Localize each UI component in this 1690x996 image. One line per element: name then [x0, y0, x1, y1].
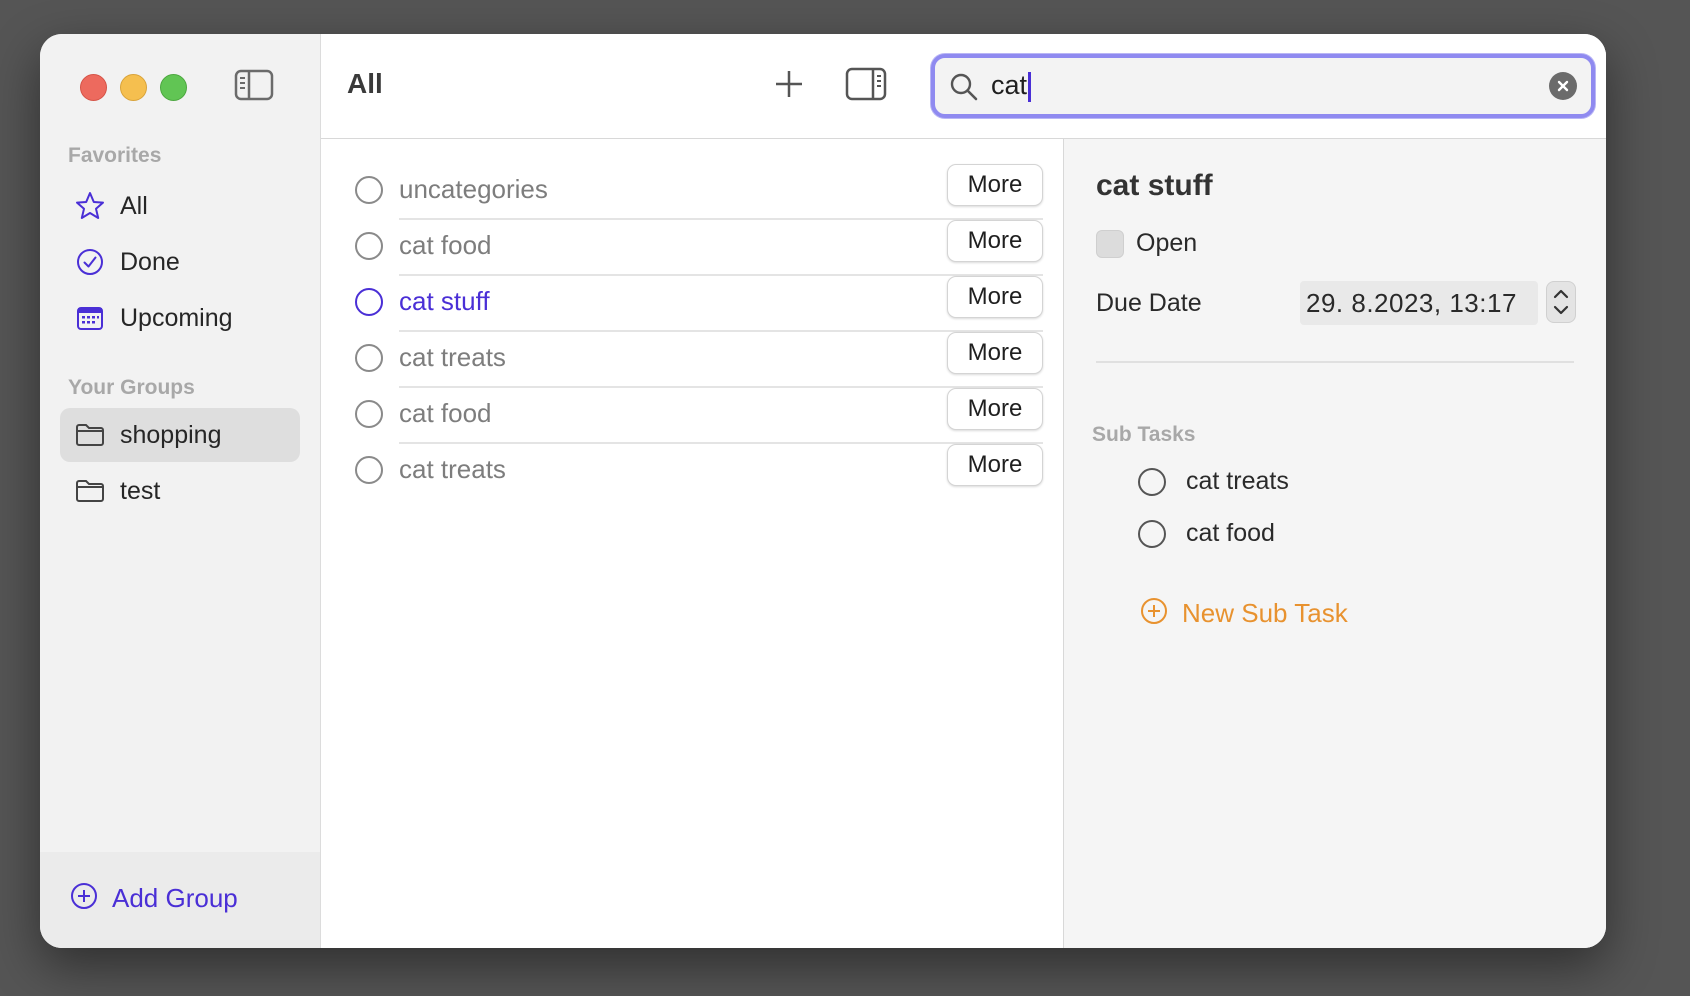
more-button[interactable]: More [947, 332, 1043, 374]
list-item[interactable]: uncategories More [351, 164, 1043, 220]
more-button[interactable]: More [947, 220, 1043, 262]
new-subtask-label: New Sub Task [1182, 598, 1348, 628]
list-item[interactable]: cat food More [351, 220, 1043, 276]
plus-circle-icon [70, 882, 98, 915]
plus-circle-icon [1140, 597, 1168, 630]
sidebar: Favorites All Done Upcoming Your Groups … [40, 34, 321, 948]
task-title: cat food [399, 230, 492, 260]
subtasks-section-label: Sub Tasks [1092, 423, 1196, 446]
subtask-title: cat treats [1186, 467, 1289, 495]
minimize-window-button[interactable] [120, 74, 147, 101]
add-group-label: Add Group [112, 883, 238, 913]
checkbox[interactable] [1096, 229, 1124, 258]
app-window: Favorites All Done Upcoming Your Groups … [40, 34, 1606, 948]
task-checkbox[interactable] [355, 176, 383, 204]
inspector-toggle-button[interactable] [845, 66, 887, 102]
inspector-panel-icon [845, 67, 887, 106]
star-icon [74, 190, 106, 222]
task-checkbox[interactable] [355, 456, 383, 484]
subtask-checkbox[interactable] [1138, 519, 1166, 548]
calendar-icon [74, 302, 106, 334]
search-input[interactable]: cat [991, 70, 1032, 102]
task-list: uncategories More cat food More cat stuf… [321, 139, 1064, 948]
folder-icon [74, 419, 106, 451]
main-area: All cat uncategories More cat food More … [321, 34, 1606, 948]
new-subtask-button[interactable]: New Sub Task [1140, 597, 1348, 630]
more-button[interactable]: More [947, 444, 1043, 486]
sidebar-item-done[interactable]: Done [60, 235, 300, 289]
text-caret [1028, 71, 1032, 102]
task-checkbox[interactable] [355, 232, 383, 260]
sidebar-item-upcoming[interactable]: Upcoming [60, 291, 300, 345]
due-date-picker[interactable]: 29. 8.2023, 13:17 [1300, 281, 1538, 325]
sidebar-footer: Add Group [40, 852, 320, 948]
date-stepper[interactable] [1546, 281, 1576, 323]
list-item[interactable]: cat treats More [351, 332, 1043, 388]
open-label: Open [1136, 229, 1198, 257]
task-title: cat stuff [399, 286, 490, 316]
task-detail: cat stuff Open Due Date 29. 8.2023, 13:1… [1064, 139, 1606, 948]
task-title: cat treats [399, 454, 506, 484]
more-button[interactable]: More [947, 276, 1043, 318]
list-item[interactable]: cat treats More [351, 444, 1043, 500]
task-title: cat food [399, 398, 492, 428]
search-field[interactable]: cat [931, 54, 1595, 118]
add-group-button[interactable]: Add Group [70, 882, 238, 915]
add-task-button[interactable] [769, 64, 809, 104]
more-button[interactable]: More [947, 164, 1043, 206]
search-icon [949, 72, 979, 102]
close-window-button[interactable] [80, 74, 107, 101]
open-checkbox[interactable]: Open [1096, 229, 1197, 258]
sidebar-item-all[interactable]: All [60, 179, 300, 233]
subtask-item[interactable]: cat food [1138, 519, 1275, 548]
due-date-label: Due Date [1096, 289, 1202, 317]
task-title: uncategories [399, 174, 548, 204]
sidebar-item-label: shopping [120, 420, 222, 449]
task-checkbox[interactable] [355, 400, 383, 428]
sidebar-toggle-icon[interactable] [234, 68, 274, 102]
task-title: cat treats [399, 342, 506, 372]
detail-title[interactable]: cat stuff [1096, 169, 1213, 203]
toolbar: All cat [321, 34, 1606, 139]
search-input-value: cat [991, 70, 1028, 100]
groups-section-label: Your Groups [68, 376, 195, 399]
more-button[interactable]: More [947, 388, 1043, 430]
subtask-item[interactable]: cat treats [1138, 467, 1289, 496]
subtask-checkbox[interactable] [1138, 467, 1166, 496]
list-item[interactable]: cat stuff More [351, 276, 1043, 332]
sidebar-item-label: All [120, 191, 148, 220]
checkmark-circle-icon [74, 246, 106, 278]
divider [1096, 361, 1574, 363]
page-title: All [347, 68, 383, 99]
folder-icon [74, 475, 106, 507]
sidebar-item-label: Done [120, 247, 180, 276]
plus-icon [769, 71, 809, 108]
list-item[interactable]: cat food More [351, 388, 1043, 444]
sidebar-item-test[interactable]: test [60, 464, 300, 518]
zoom-window-button[interactable] [160, 74, 187, 101]
sidebar-item-label: test [120, 476, 161, 505]
task-checkbox[interactable] [355, 344, 383, 372]
task-checkbox[interactable] [355, 288, 383, 316]
sidebar-item-shopping[interactable]: shopping [60, 408, 300, 462]
clear-search-icon[interactable] [1549, 72, 1577, 100]
sidebar-item-label: Upcoming [120, 303, 233, 332]
subtask-title: cat food [1186, 519, 1275, 547]
favorites-section-label: Favorites [68, 144, 162, 167]
